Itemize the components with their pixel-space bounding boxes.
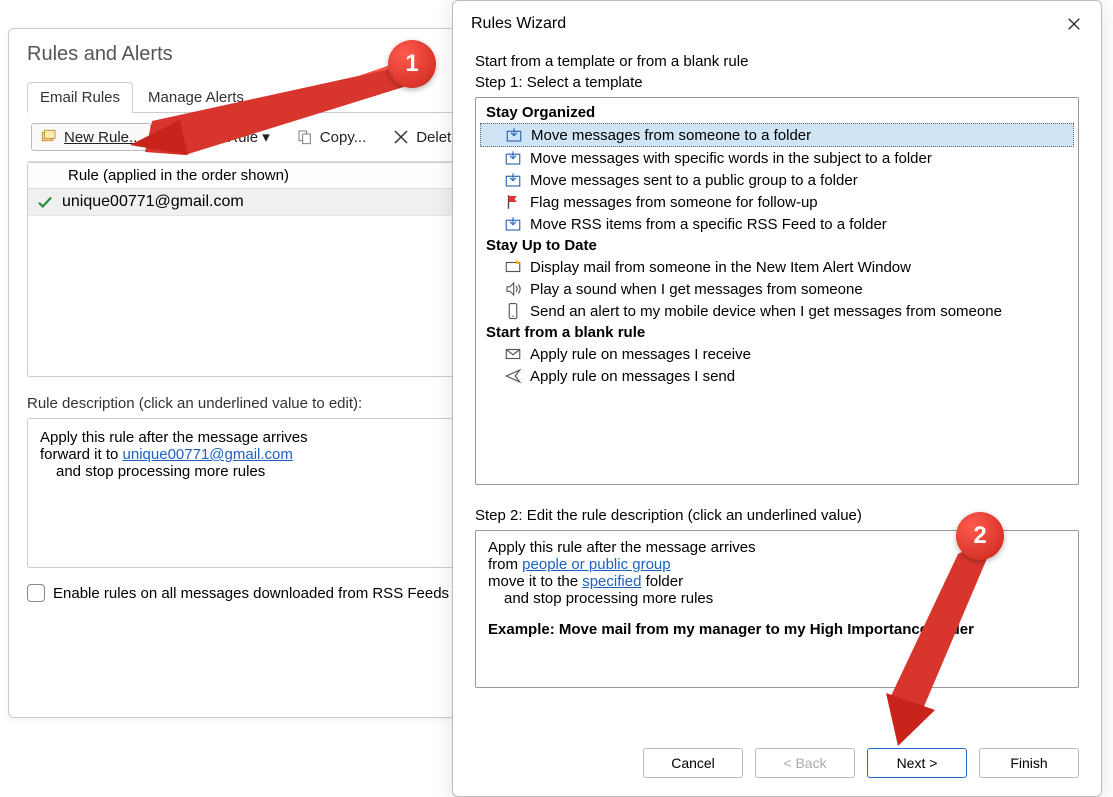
new-rule-label: New Rule...	[64, 129, 142, 146]
rss-move-icon	[504, 215, 522, 233]
template-label: Move messages with specific words in the…	[530, 150, 932, 167]
tab-manage-alerts[interactable]: Manage Alerts	[135, 82, 257, 112]
new-rule-button[interactable]: New Rule...	[31, 123, 151, 151]
annotation-badge-2: 2	[956, 512, 1004, 560]
wizard-footer: Cancel < Back Next > Finish	[453, 734, 1101, 796]
checkmark-icon	[36, 193, 54, 211]
template-move-public-group[interactable]: Move messages sent to a public group to …	[476, 169, 1078, 191]
wizard-intro: Start from a template or from a blank ru…	[475, 53, 1079, 70]
wizard-descr-line4: and stop processing more rules	[504, 590, 1066, 607]
close-button[interactable]	[1061, 11, 1087, 37]
rules-wizard-dialog: Rules Wizard Start from a template or fr…	[452, 0, 1102, 797]
copy-rule-label: Copy...	[320, 129, 366, 146]
forward-to-link[interactable]: unique00771@gmail.com	[123, 446, 293, 463]
template-flag-followup[interactable]: Flag messages from someone for follow-up	[476, 191, 1078, 213]
template-label: Display mail from someone in the New Ite…	[530, 259, 911, 276]
template-label: Apply rule on messages I send	[530, 368, 735, 385]
template-move-from-someone[interactable]: Move messages from someone to a folder	[480, 123, 1074, 147]
wizard-title: Rules Wizard	[471, 15, 566, 33]
template-label: Move messages from someone to a folder	[531, 127, 811, 144]
tab-email-rules[interactable]: Email Rules	[27, 82, 133, 113]
people-or-group-link[interactable]: people or public group	[522, 556, 670, 573]
template-move-specific-words[interactable]: Move messages with specific words in the…	[476, 147, 1078, 169]
annotation-badge-1: 1	[388, 40, 436, 88]
change-rule-button[interactable]: Change Rule ▾	[165, 124, 276, 150]
wizard-step1-label: Step 1: Select a template	[475, 74, 1079, 91]
new-rule-icon	[40, 128, 58, 146]
wizard-descr-line3: move it to the specified folder	[488, 573, 1066, 590]
wizard-titlebar: Rules Wizard	[453, 1, 1101, 47]
cancel-button[interactable]: Cancel	[643, 748, 743, 778]
mobile-icon	[504, 302, 522, 320]
template-list[interactable]: Stay Organized Move messages from someon…	[475, 97, 1079, 485]
flag-icon	[504, 193, 522, 211]
template-label: Flag messages from someone for follow-up	[530, 194, 818, 211]
template-blank-send[interactable]: Apply rule on messages I send	[476, 365, 1078, 387]
copy-rule-button[interactable]: Copy...	[290, 124, 372, 150]
finish-button[interactable]: Finish	[979, 748, 1079, 778]
back-button[interactable]: < Back	[755, 748, 855, 778]
specified-folder-link[interactable]: specified	[582, 573, 641, 590]
copy-icon	[296, 128, 314, 146]
template-label: Apply rule on messages I receive	[530, 346, 751, 363]
next-button[interactable]: Next >	[867, 748, 967, 778]
group-stay-up-to-date: Stay Up to Date	[476, 235, 1078, 256]
template-mobile-alert[interactable]: Send an alert to my mobile device when I…	[476, 300, 1078, 322]
template-label: Play a sound when I get messages from so…	[530, 281, 863, 298]
mail-out-icon	[504, 367, 522, 385]
rss-checkbox[interactable]	[27, 584, 45, 602]
wizard-descr-example: Example: Move mail from my manager to my…	[488, 621, 1066, 638]
template-label: Send an alert to my mobile device when I…	[530, 303, 1002, 320]
template-display-alert[interactable]: Display mail from someone in the New Ite…	[476, 256, 1078, 278]
rss-checkbox-label: Enable rules on all messages downloaded …	[53, 585, 449, 602]
rule-name: unique00771@gmail.com	[62, 193, 244, 211]
move-folder-icon	[505, 126, 523, 144]
sound-icon	[504, 280, 522, 298]
template-play-sound[interactable]: Play a sound when I get messages from so…	[476, 278, 1078, 300]
move-folder-icon	[504, 171, 522, 189]
template-label: Move RSS items from a specific RSS Feed …	[530, 216, 887, 233]
change-rule-label: Change Rule ▾	[171, 128, 270, 146]
mail-in-icon	[504, 345, 522, 363]
template-blank-receive[interactable]: Apply rule on messages I receive	[476, 343, 1078, 365]
move-folder-icon	[504, 149, 522, 167]
group-blank-rule: Start from a blank rule	[476, 322, 1078, 343]
template-label: Move messages sent to a public group to …	[530, 172, 858, 189]
template-move-rss[interactable]: Move RSS items from a specific RSS Feed …	[476, 213, 1078, 235]
delete-x-icon	[392, 128, 410, 146]
group-stay-organized: Stay Organized	[476, 102, 1078, 123]
alert-mail-icon	[504, 258, 522, 276]
close-icon	[1066, 16, 1082, 32]
